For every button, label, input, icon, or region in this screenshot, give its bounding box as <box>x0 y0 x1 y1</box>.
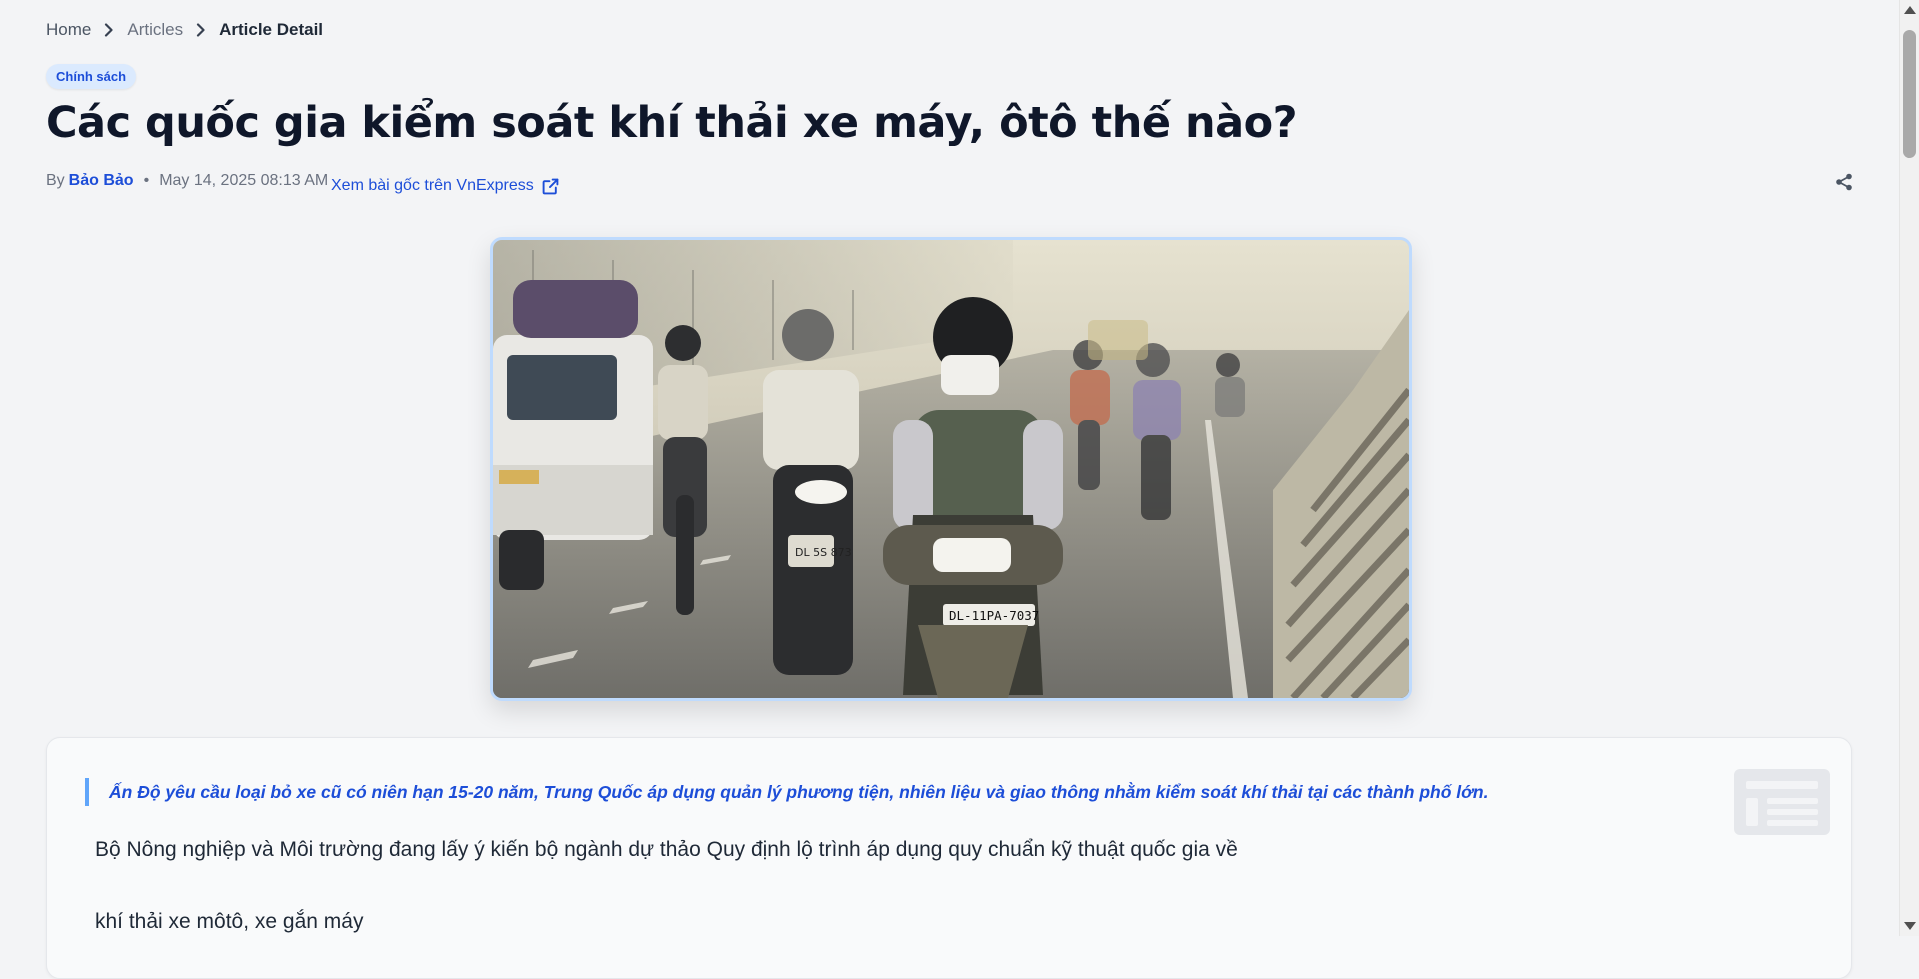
article-detail-page: Home Articles Article Detail Chính sách … <box>0 0 1900 979</box>
article-summary: Ấn Độ yêu cầu loại bỏ xe cũ có niên hạn … <box>85 778 1488 806</box>
article-title: Các quốc gia kiểm soát khí thải xe máy, … <box>46 98 1298 148</box>
scroll-down-arrow-icon[interactable] <box>1904 922 1916 930</box>
plate-left: DL 5S 873 <box>795 546 852 559</box>
external-link-icon <box>542 178 559 194</box>
publish-date: May 14, 2025 08:13 AM <box>159 172 329 189</box>
share-button[interactable] <box>1832 170 1856 194</box>
newspaper-icon <box>1734 769 1830 835</box>
article-meta: By Bảo Bảo • May 14, 2025 08:13 AM <box>46 172 328 190</box>
scrollbar-thumb[interactable] <box>1903 30 1916 158</box>
breadcrumb-home[interactable]: Home <box>46 20 91 40</box>
share-icon <box>1836 173 1852 191</box>
breadcrumb-articles[interactable]: Articles <box>127 20 183 40</box>
chevron-right-icon <box>183 23 219 37</box>
meta-separator: • <box>143 172 150 189</box>
scroll-up-arrow-icon[interactable] <box>1904 6 1916 14</box>
category-badge[interactable]: Chính sách <box>46 64 137 89</box>
breadcrumb-current: Article Detail <box>219 20 324 39</box>
article-paragraph: khí thải xe môtô, xe gắn máy <box>95 910 364 933</box>
source-link-label: Xem bài gốc trên VnExpress <box>331 177 534 194</box>
author-link[interactable]: Bảo Bảo <box>69 172 134 190</box>
plate-main: DL-11PA-7037 <box>949 608 1039 623</box>
chevron-right-icon <box>91 23 127 37</box>
vertical-scrollbar[interactable] <box>1899 0 1919 936</box>
hero-image: DL 5S 873 DL-11PA-7037 <box>490 237 1412 701</box>
article-body-card: Ấn Độ yêu cầu loại bỏ xe cũ có niên hạn … <box>46 737 1852 979</box>
article-paragraph: Bộ Nông nghiệp và Môi trường đang lấy ý … <box>95 838 1238 861</box>
breadcrumb: Home Articles Article Detail <box>46 20 323 40</box>
by-label: By <box>46 172 65 189</box>
source-link[interactable]: Xem bài gốc trên VnExpress <box>331 177 559 195</box>
